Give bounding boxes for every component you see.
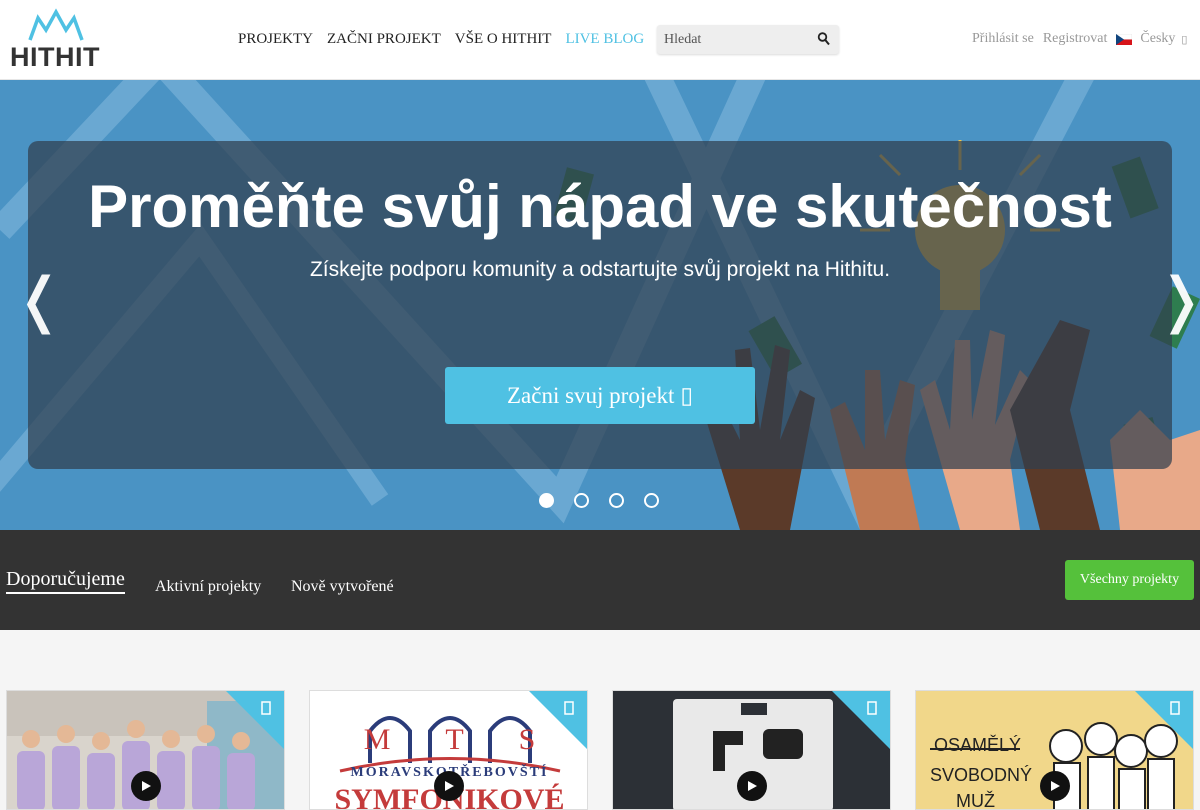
tab-nove-vytvorene[interactable]: Nově vytvořené [291,578,394,596]
czech-flag-icon [1116,33,1133,45]
start-project-button[interactable]: Začni svuj projekt ▯ [445,367,755,424]
comic-text-1: OSAMĚLÝ [934,735,1022,755]
user-links: Přihlásit se Registrovat Česky ▯ [972,31,1187,47]
register-link[interactable]: Registrovat [1043,31,1108,47]
carousel-prev-button[interactable]: ❬ [14,270,64,330]
search-input[interactable] [657,25,807,54]
play-icon[interactable] [131,771,161,801]
tab-aktivni-projekty[interactable]: Aktivní projekty [155,578,261,596]
tab-doporucujeme[interactable]: Doporučujeme [6,568,125,594]
start-project-label: Začni svuj projekt [506,382,675,408]
carousel-next-button[interactable]: ❭ [1156,270,1200,330]
header: HITHIT PROJEKTY ZAČNI PROJEKT VŠE O HITH… [0,0,1200,80]
chevron-down-icon: ▯ [1181,33,1188,46]
corner-ribbon-icon [1135,691,1193,749]
hero-subtitle: Získejte podporu komunity a odstartujte … [309,258,891,281]
play-icon[interactable] [1040,771,1070,801]
comic-text-2: SVOBODNÝ [930,765,1033,785]
project-tabs-bar: Doporučujeme Aktivní projekty Nově vytvo… [0,530,1200,630]
search-icon[interactable] [817,31,831,47]
project-card[interactable]: M T S MORAVSKOTŘEBOVŠTÍ SYMFONIKOVÉ [309,690,588,810]
corner-ribbon-icon [226,691,284,749]
hithit-logo[interactable]: HITHIT [10,8,102,72]
comic-text-3: MUŽ [956,791,995,810]
nav-item-live-blog[interactable]: LIVE BLOG [565,31,644,48]
carousel-indicators [539,493,659,508]
nav-item-zacni-projekt[interactable]: ZAČNI PROJEKT [327,31,441,48]
burst-icon [28,8,84,41]
play-icon[interactable] [434,771,464,801]
play-icon[interactable] [737,771,767,801]
carousel-dot-1[interactable] [539,493,554,508]
carousel-dot-2[interactable] [574,493,589,508]
all-projects-button[interactable]: Všechny projekty [1065,560,1194,600]
main-nav: PROJEKTY ZAČNI PROJEKT VŠE O HITHIT LIVE… [238,31,644,48]
chevron-right-icon: ▯ [680,382,694,408]
nav-item-projekty[interactable]: PROJEKTY [238,31,313,48]
nav-item-vse-o-hithit[interactable]: VŠE O HITHIT [455,31,552,48]
carousel-dot-4[interactable] [644,493,659,508]
hero-title: Proměňte svůj nápad ve skutečnost [88,173,1112,240]
search-box [657,25,839,54]
language-selector[interactable]: Česky ▯ [1116,31,1187,47]
logo-text: HITHIT [10,42,100,72]
language-label: Česky [1140,31,1176,46]
project-card[interactable] [612,690,891,810]
corner-ribbon-icon [529,691,587,749]
carousel-dot-3[interactable] [609,493,624,508]
project-card[interactable] [6,690,285,810]
hero-carousel: Proměňte svůj nápad ve skutečnost Získej… [0,80,1200,530]
corner-ribbon-icon [832,691,890,749]
login-link[interactable]: Přihlásit se [972,31,1034,47]
project-card[interactable]: OSAMĚLÝ SVOBODNÝ MUŽ [915,690,1194,810]
